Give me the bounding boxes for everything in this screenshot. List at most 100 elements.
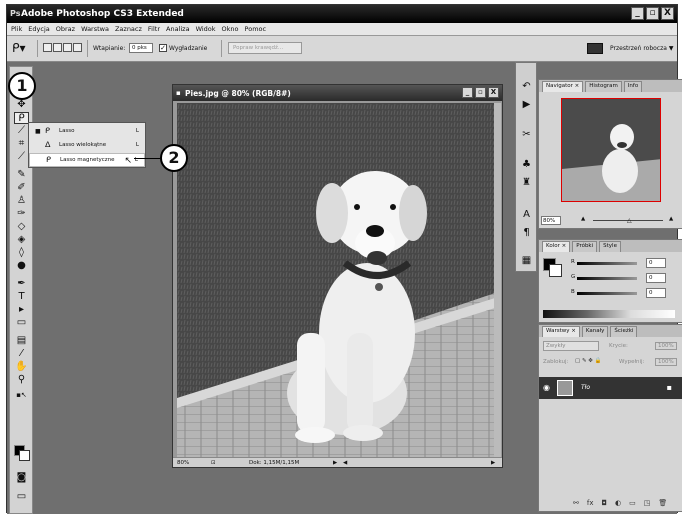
clone-source-icon[interactable]: ♜ (520, 177, 533, 189)
notes-tool-icon[interactable]: ▤ (14, 335, 29, 347)
adjustment-layer-icon[interactable]: ◐ (615, 499, 621, 507)
blur-tool-icon[interactable]: ◊ (14, 247, 29, 259)
delete-layer-icon[interactable]: 🗑 (658, 499, 667, 507)
antialias-checkbox[interactable]: ✓ Wygładzanie (159, 44, 207, 52)
dodge-tool-icon[interactable]: ● (14, 260, 29, 272)
navigator-preview[interactable] (561, 98, 661, 202)
refine-edge-button[interactable]: Popraw krawędź... (228, 42, 302, 54)
menu-view[interactable]: Widok (196, 25, 216, 35)
clone-stamp-icon[interactable]: ♙ (14, 195, 29, 207)
healing-brush-icon[interactable]: ✎ (14, 169, 29, 181)
brush-tool-icon[interactable]: ✐ (14, 182, 29, 194)
zoom-in-icon[interactable]: ▲ (669, 216, 673, 222)
menu-help[interactable]: Pomoc (245, 25, 267, 35)
layer-style-icon[interactable]: fx (587, 499, 594, 507)
scroll-right-icon[interactable]: ▶ (491, 460, 495, 466)
pen-tool-icon[interactable]: ✒ (14, 278, 29, 290)
actions-panel-icon[interactable]: ▶ (520, 99, 533, 111)
history-brush-icon[interactable]: ✑ (14, 208, 29, 220)
workspace-button[interactable]: Przestrzeń robocza ▼ (610, 45, 673, 52)
tab-color[interactable]: Kolor × (542, 241, 571, 252)
magic-wand-icon[interactable]: ⟋ (14, 125, 29, 137)
crop-tool-icon[interactable]: ⌗ (14, 138, 29, 150)
new-selection-icon[interactable] (43, 43, 52, 52)
channel-value[interactable]: 0 (646, 258, 666, 268)
tab-paths[interactable]: Ścieżki (610, 326, 638, 337)
document-canvas[interactable] (177, 103, 495, 457)
tab-histogram[interactable]: Histogram (585, 81, 622, 92)
channel-value[interactable]: 0 (646, 273, 666, 283)
lock-icons[interactable]: ▢ ✎ ✥ 🔒 (575, 358, 602, 364)
scroll-left-icon[interactable]: ◀ (343, 460, 347, 466)
channel-slider[interactable] (577, 262, 637, 265)
channel-slider[interactable] (577, 277, 637, 280)
character-panel-icon[interactable]: A (520, 209, 533, 221)
status-menu-arrow-icon[interactable]: ▶ (333, 460, 337, 466)
type-tool-icon[interactable]: T (14, 291, 29, 303)
menu-analysis[interactable]: Analiza (166, 25, 190, 35)
paint-bucket-icon[interactable]: ◈ (14, 234, 29, 246)
history-panel-icon[interactable]: ↶ (520, 81, 533, 93)
close-button[interactable]: X (661, 7, 674, 20)
feather-field[interactable]: 0 pks (129, 43, 153, 53)
default-colors-icon[interactable]: ▪↖ (14, 389, 29, 401)
intersect-selection-icon[interactable] (73, 43, 82, 52)
fill-field[interactable]: 100% (655, 358, 677, 366)
tool-presets-icon[interactable]: ✂ (520, 129, 533, 141)
flyout-item-polygonal-lasso[interactable]: ᐃ Lasso wielokątne L (29, 139, 145, 153)
new-group-icon[interactable]: ▭ (629, 499, 636, 507)
zoom-tool-icon[interactable]: ⚲ (14, 374, 29, 386)
menu-file[interactable]: Plik (11, 25, 22, 35)
layer-comps-icon[interactable]: ▦ (520, 255, 533, 267)
menu-filter[interactable]: Filtr (148, 25, 160, 35)
path-selection-icon[interactable]: ▸ (14, 304, 29, 316)
lasso-tool-preset-icon[interactable]: ᑭ▾ (12, 41, 32, 56)
hand-tool-icon[interactable]: ✋ (14, 361, 29, 373)
tab-styles[interactable]: Style (599, 241, 621, 252)
link-layers-icon[interactable]: ⚯ (573, 499, 579, 507)
status-preview-icon[interactable]: ⊡ (211, 460, 216, 466)
add-selection-icon[interactable] (53, 43, 62, 52)
tab-navigator[interactable]: Navigator × (542, 81, 584, 92)
color-spectrum-ramp[interactable] (543, 310, 675, 318)
menu-select[interactable]: Zaznacz (115, 25, 142, 35)
flyout-item-magnetic-lasso[interactable]: ᑭ Lasso magnetyczne ↖ L (29, 153, 145, 167)
quick-mask-icon[interactable]: ◙ (14, 472, 29, 484)
shape-tool-icon[interactable]: ▭ (14, 317, 29, 329)
eraser-tool-icon[interactable]: ◇ (14, 221, 29, 233)
flyout-item-lasso[interactable]: ■ ᑭ Lasso L (29, 125, 145, 139)
menu-window[interactable]: Okno (222, 25, 239, 35)
layer-row-background[interactable]: ◉ Tło ▪ (539, 377, 682, 399)
doc-maximize-button[interactable]: ▫ (475, 87, 486, 98)
slice-tool-icon[interactable]: ⟋ (14, 151, 29, 163)
opacity-field[interactable]: 100% (655, 342, 677, 350)
blend-mode-select[interactable]: Zwykły (543, 341, 599, 351)
background-color-swatch[interactable] (19, 450, 30, 461)
menu-edit[interactable]: Edycja (28, 25, 49, 35)
eyedropper-icon[interactable]: ⁄ (14, 348, 29, 360)
menu-layer[interactable]: Warstwa (81, 25, 109, 35)
tab-channels[interactable]: Kanały (581, 326, 609, 337)
document-title-bar[interactable]: ▪ Pies.jpg @ 80% (RGB/8#) _ ▫ X (173, 85, 502, 101)
navigator-zoom-field[interactable]: 80% (541, 216, 561, 225)
subtract-selection-icon[interactable] (63, 43, 72, 52)
paragraph-panel-icon[interactable]: ¶ (520, 227, 533, 239)
workspace-icon[interactable] (587, 43, 603, 54)
new-layer-icon[interactable]: ◳ (644, 499, 651, 507)
lasso-tool-icon[interactable]: ᑭ (14, 112, 29, 124)
visibility-eye-icon[interactable]: ◉ (543, 383, 550, 392)
move-tool-icon[interactable]: ✥ (14, 99, 29, 111)
status-zoom[interactable]: 80% (177, 460, 189, 466)
document-vertical-scrollbar[interactable] (494, 103, 501, 457)
doc-minimize-button[interactable]: _ (462, 87, 473, 98)
channel-value[interactable]: 0 (646, 288, 666, 298)
minimize-button[interactable]: _ (631, 7, 644, 20)
slider-thumb-icon[interactable]: △ (627, 217, 632, 224)
zoom-out-icon[interactable]: ▲ (581, 216, 585, 222)
menu-image[interactable]: Obraz (56, 25, 75, 35)
screen-mode-icon[interactable]: ▭ (14, 491, 29, 503)
brushes-panel-icon[interactable]: ♣ (520, 159, 533, 171)
tab-info[interactable]: Info (623, 81, 643, 92)
add-mask-icon[interactable]: ◘ (601, 499, 607, 507)
tab-layers[interactable]: Warstwy × (542, 326, 580, 337)
